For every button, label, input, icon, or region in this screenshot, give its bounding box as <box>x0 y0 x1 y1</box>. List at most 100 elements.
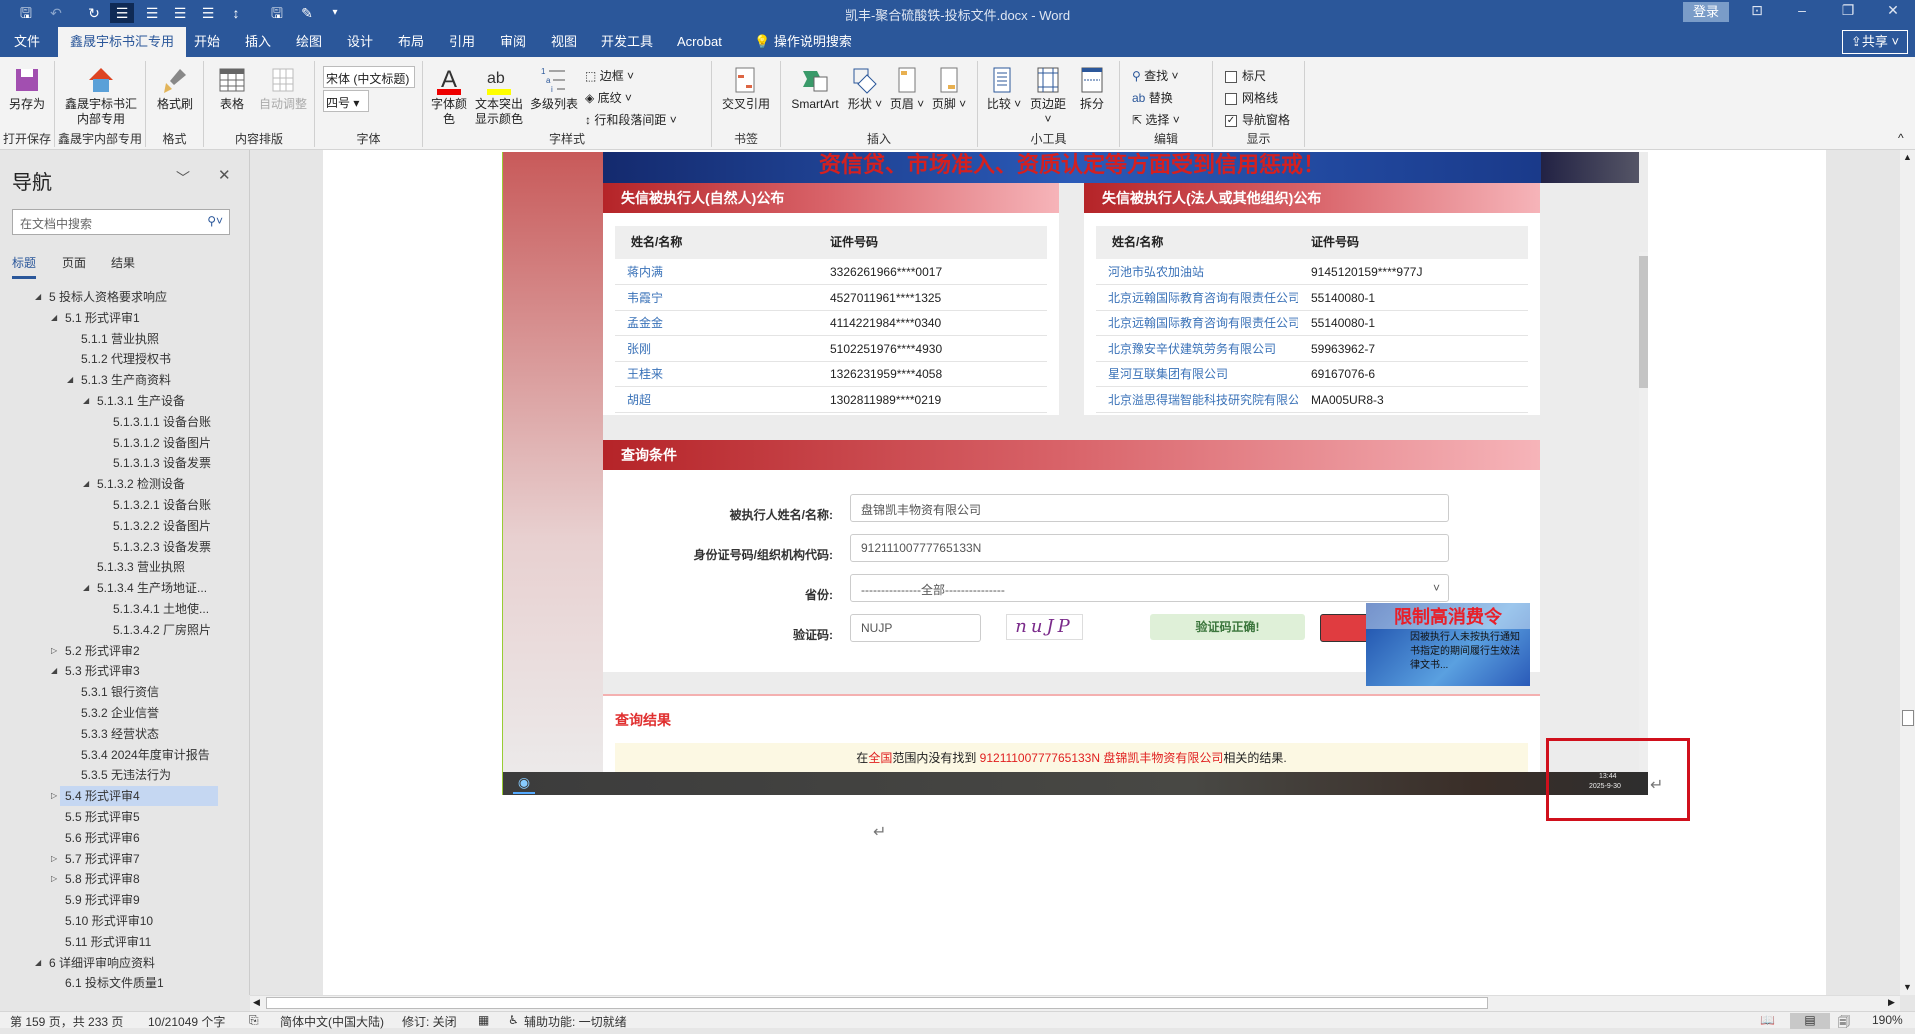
nav-heading-item[interactable]: 5.3.1 银行资信 <box>81 682 159 702</box>
name-input[interactable]: 盘锦凯丰物资有限公司 <box>850 494 1449 522</box>
chevron-down-icon[interactable]: ﹀ <box>176 168 190 188</box>
cross-ref-button[interactable]: 交叉引用 <box>718 65 774 112</box>
shading-button[interactable]: ◈ 底纹 ˅ <box>585 89 632 106</box>
search-icon[interactable]: ⚲˅ <box>207 214 223 228</box>
word-count[interactable]: 10/21049 个字 <box>148 1013 225 1030</box>
nav-heading-item[interactable]: 6.1 投标文件质量1 <box>65 973 164 993</box>
tab-headings[interactable]: 标题 <box>12 254 37 279</box>
font-size-select[interactable]: 四号 ▾ <box>323 90 369 112</box>
scroll-thumb[interactable] <box>266 997 1488 1009</box>
horizontal-scrollbar[interactable]: ◀ ▶ <box>250 995 1900 1011</box>
row-name-link[interactable]: 孟金金 <box>627 311 817 336</box>
nav-heading-item[interactable]: 5 投标人资格要求响应 <box>49 287 167 307</box>
nav-heading-item[interactable]: 5.1.3.4.1 土地使... <box>113 599 209 619</box>
print-layout-icon[interactable]: ▤ <box>1790 1013 1830 1029</box>
nav-heading-item[interactable]: 5.11 形式评审11 <box>65 932 151 952</box>
scroll-up-icon[interactable]: ▲ <box>1903 152 1912 162</box>
close-icon[interactable]: ✕ <box>1878 2 1908 19</box>
highlight-button[interactable]: ab 文本突出显示颜色 <box>471 65 527 127</box>
nav-heading-item[interactable]: 5.3.2 企业信誉 <box>81 703 159 723</box>
nav-heading-item[interactable]: 5.1.1 营业执照 <box>81 329 159 349</box>
scroll-left-icon[interactable]: ◀ <box>253 997 260 1008</box>
row-name-link[interactable]: 北京远翰国际教育咨询有限责任公司 <box>1108 286 1298 311</box>
tab-pages[interactable]: 页面 <box>62 254 86 271</box>
footer-button[interactable]: 页脚 ˅ <box>929 65 969 112</box>
font-name-select[interactable]: 宋体 (中文标题) <box>323 66 415 88</box>
nav-heading-item[interactable]: 5.1.3.2.2 设备图片 <box>113 516 211 536</box>
nav-heading-item[interactable]: 5.1.3.2.1 设备台账 <box>113 495 211 515</box>
collapsed-triangle-icon[interactable]: ▷ <box>51 646 57 655</box>
captcha-image[interactable]: nuJP <box>1006 614 1083 640</box>
nav-heading-item[interactable]: 5.1 形式评审1 <box>65 308 140 328</box>
nav-pane-checkbox[interactable]: ✓ 导航窗格 <box>1225 111 1290 128</box>
tab-layout[interactable]: 布局 <box>386 27 436 57</box>
tab-view[interactable]: 视图 <box>539 27 589 57</box>
table-button[interactable]: 表格 <box>210 65 254 112</box>
nav-search-input[interactable]: 在文档中搜索 ⚲˅ <box>12 209 230 235</box>
row-name-link[interactable]: 北京远翰国际教育咨询有限责任公司 <box>1108 311 1298 336</box>
accessibility-icon[interactable]: ♿ <box>508 1013 519 1027</box>
smartart-button[interactable]: SmartArt <box>785 65 845 112</box>
expanded-triangle-icon[interactable]: ◢ <box>35 292 41 301</box>
font-color-button[interactable]: A 字体颜色 <box>429 65 469 127</box>
nav-heading-item[interactable]: 5.1.3.3 营业执照 <box>97 557 185 577</box>
row-name-link[interactable]: 蒋内满 <box>627 260 817 285</box>
id-input[interactable]: 91211100777765133N <box>850 534 1449 562</box>
nav-heading-item[interactable]: 5.1.3.1.2 设备图片 <box>113 433 211 453</box>
nav-heading-item[interactable]: 6 详细评审响应资料 <box>49 953 155 973</box>
tab-review[interactable]: 审阅 <box>488 27 538 57</box>
spacing-button[interactable]: ↕ 行和段落间距 ˅ <box>585 111 677 128</box>
collapse-ribbon-icon[interactable]: ^ <box>1898 131 1904 145</box>
scroll-thumb[interactable] <box>1639 256 1648 388</box>
nav-heading-item[interactable]: 5.1.3 生产商资料 <box>81 370 171 390</box>
row-name-link[interactable]: 王桂来 <box>627 362 817 387</box>
nav-heading-item[interactable]: 5.1.3.2.3 设备发票 <box>113 537 211 557</box>
tab-references[interactable]: 引用 <box>437 27 487 57</box>
nav-heading-item[interactable]: 5.1.3.1 生产设备 <box>97 391 185 411</box>
expanded-triangle-icon[interactable]: ◢ <box>83 583 89 592</box>
tab-acrobat[interactable]: Acrobat <box>665 27 734 57</box>
row-name-link[interactable]: 北京溢思得瑞智能科技研究院有限公 <box>1108 388 1298 413</box>
nav-heading-item[interactable]: 5.1.2 代理授权书 <box>81 349 171 369</box>
captcha-input[interactable]: NUJP <box>850 614 981 642</box>
nav-heading-item[interactable]: 5.6 形式评审6 <box>65 828 140 848</box>
macro-icon[interactable]: ▦ <box>478 1013 489 1027</box>
nav-heading-item[interactable]: 5.8 形式评审8 <box>65 869 140 889</box>
web-scrollbar[interactable] <box>1639 252 1648 772</box>
expanded-triangle-icon[interactable]: ◢ <box>51 666 57 675</box>
expanded-triangle-icon[interactable]: ◢ <box>35 958 41 967</box>
collapsed-triangle-icon[interactable]: ▷ <box>51 791 57 800</box>
ad-image[interactable]: 限制高消费令 因被执行人未按执行通知书指定的期间履行生效法律文书... <box>1366 603 1530 686</box>
browser-icon[interactable]: ◉ <box>513 774 535 794</box>
format-painter-button[interactable]: 格式刷 <box>150 65 200 112</box>
find-button[interactable]: ⚲ 查找 ˅ <box>1132 67 1179 84</box>
read-mode-icon[interactable]: 📖 <box>1760 1013 1775 1027</box>
nav-heading-item[interactable]: 5.3.5 无违法行为 <box>81 765 171 785</box>
language[interactable]: 简体中文(中国大陆) <box>280 1013 384 1030</box>
vertical-scrollbar[interactable]: ▲ ▼ <box>1900 150 1915 995</box>
nav-heading-item[interactable]: 5.5 形式评审5 <box>65 807 140 827</box>
header-button[interactable]: 页眉 ˅ <box>887 65 927 112</box>
replace-button[interactable]: ab 替换 <box>1132 89 1173 106</box>
nav-heading-item[interactable]: 5.2 形式评审2 <box>65 641 140 661</box>
nav-heading-item[interactable]: 5.1.3.4 生产场地证... <box>97 578 207 598</box>
nav-heading-item[interactable]: 5.3 形式评审3 <box>65 661 140 681</box>
margins-button[interactable]: 页边距 ˅ <box>1026 65 1070 127</box>
web-layout-icon[interactable]: 🗐 <box>1838 1013 1850 1034</box>
row-name-link[interactable]: 胡超 <box>627 388 817 413</box>
row-name-link[interactable]: 张刚 <box>627 337 817 362</box>
expanded-triangle-icon[interactable]: ◢ <box>51 313 57 322</box>
nav-heading-item[interactable]: 5.7 形式评审7 <box>65 849 140 869</box>
track-changes[interactable]: 修订: 关闭 <box>402 1013 457 1030</box>
close-icon[interactable]: ✕ <box>218 166 231 184</box>
scroll-right-icon[interactable]: ▶ <box>1888 997 1895 1008</box>
tab-file[interactable]: 文件 <box>2 27 52 57</box>
scroll-down-icon[interactable]: ▼ <box>1903 982 1912 992</box>
nav-heading-item[interactable]: 5.1.3.2 检测设备 <box>97 474 185 494</box>
tab-home[interactable]: 开始 <box>182 27 232 57</box>
auto-adjust-button[interactable]: 自动调整 <box>254 65 312 112</box>
nav-heading-item[interactable]: 5.4 形式评审4 <box>60 786 218 807</box>
collapsed-triangle-icon[interactable]: ▷ <box>51 874 57 883</box>
split-button[interactable]: 拆分 <box>1072 65 1112 112</box>
nav-heading-item[interactable]: 5.3.3 经营状态 <box>81 724 159 744</box>
